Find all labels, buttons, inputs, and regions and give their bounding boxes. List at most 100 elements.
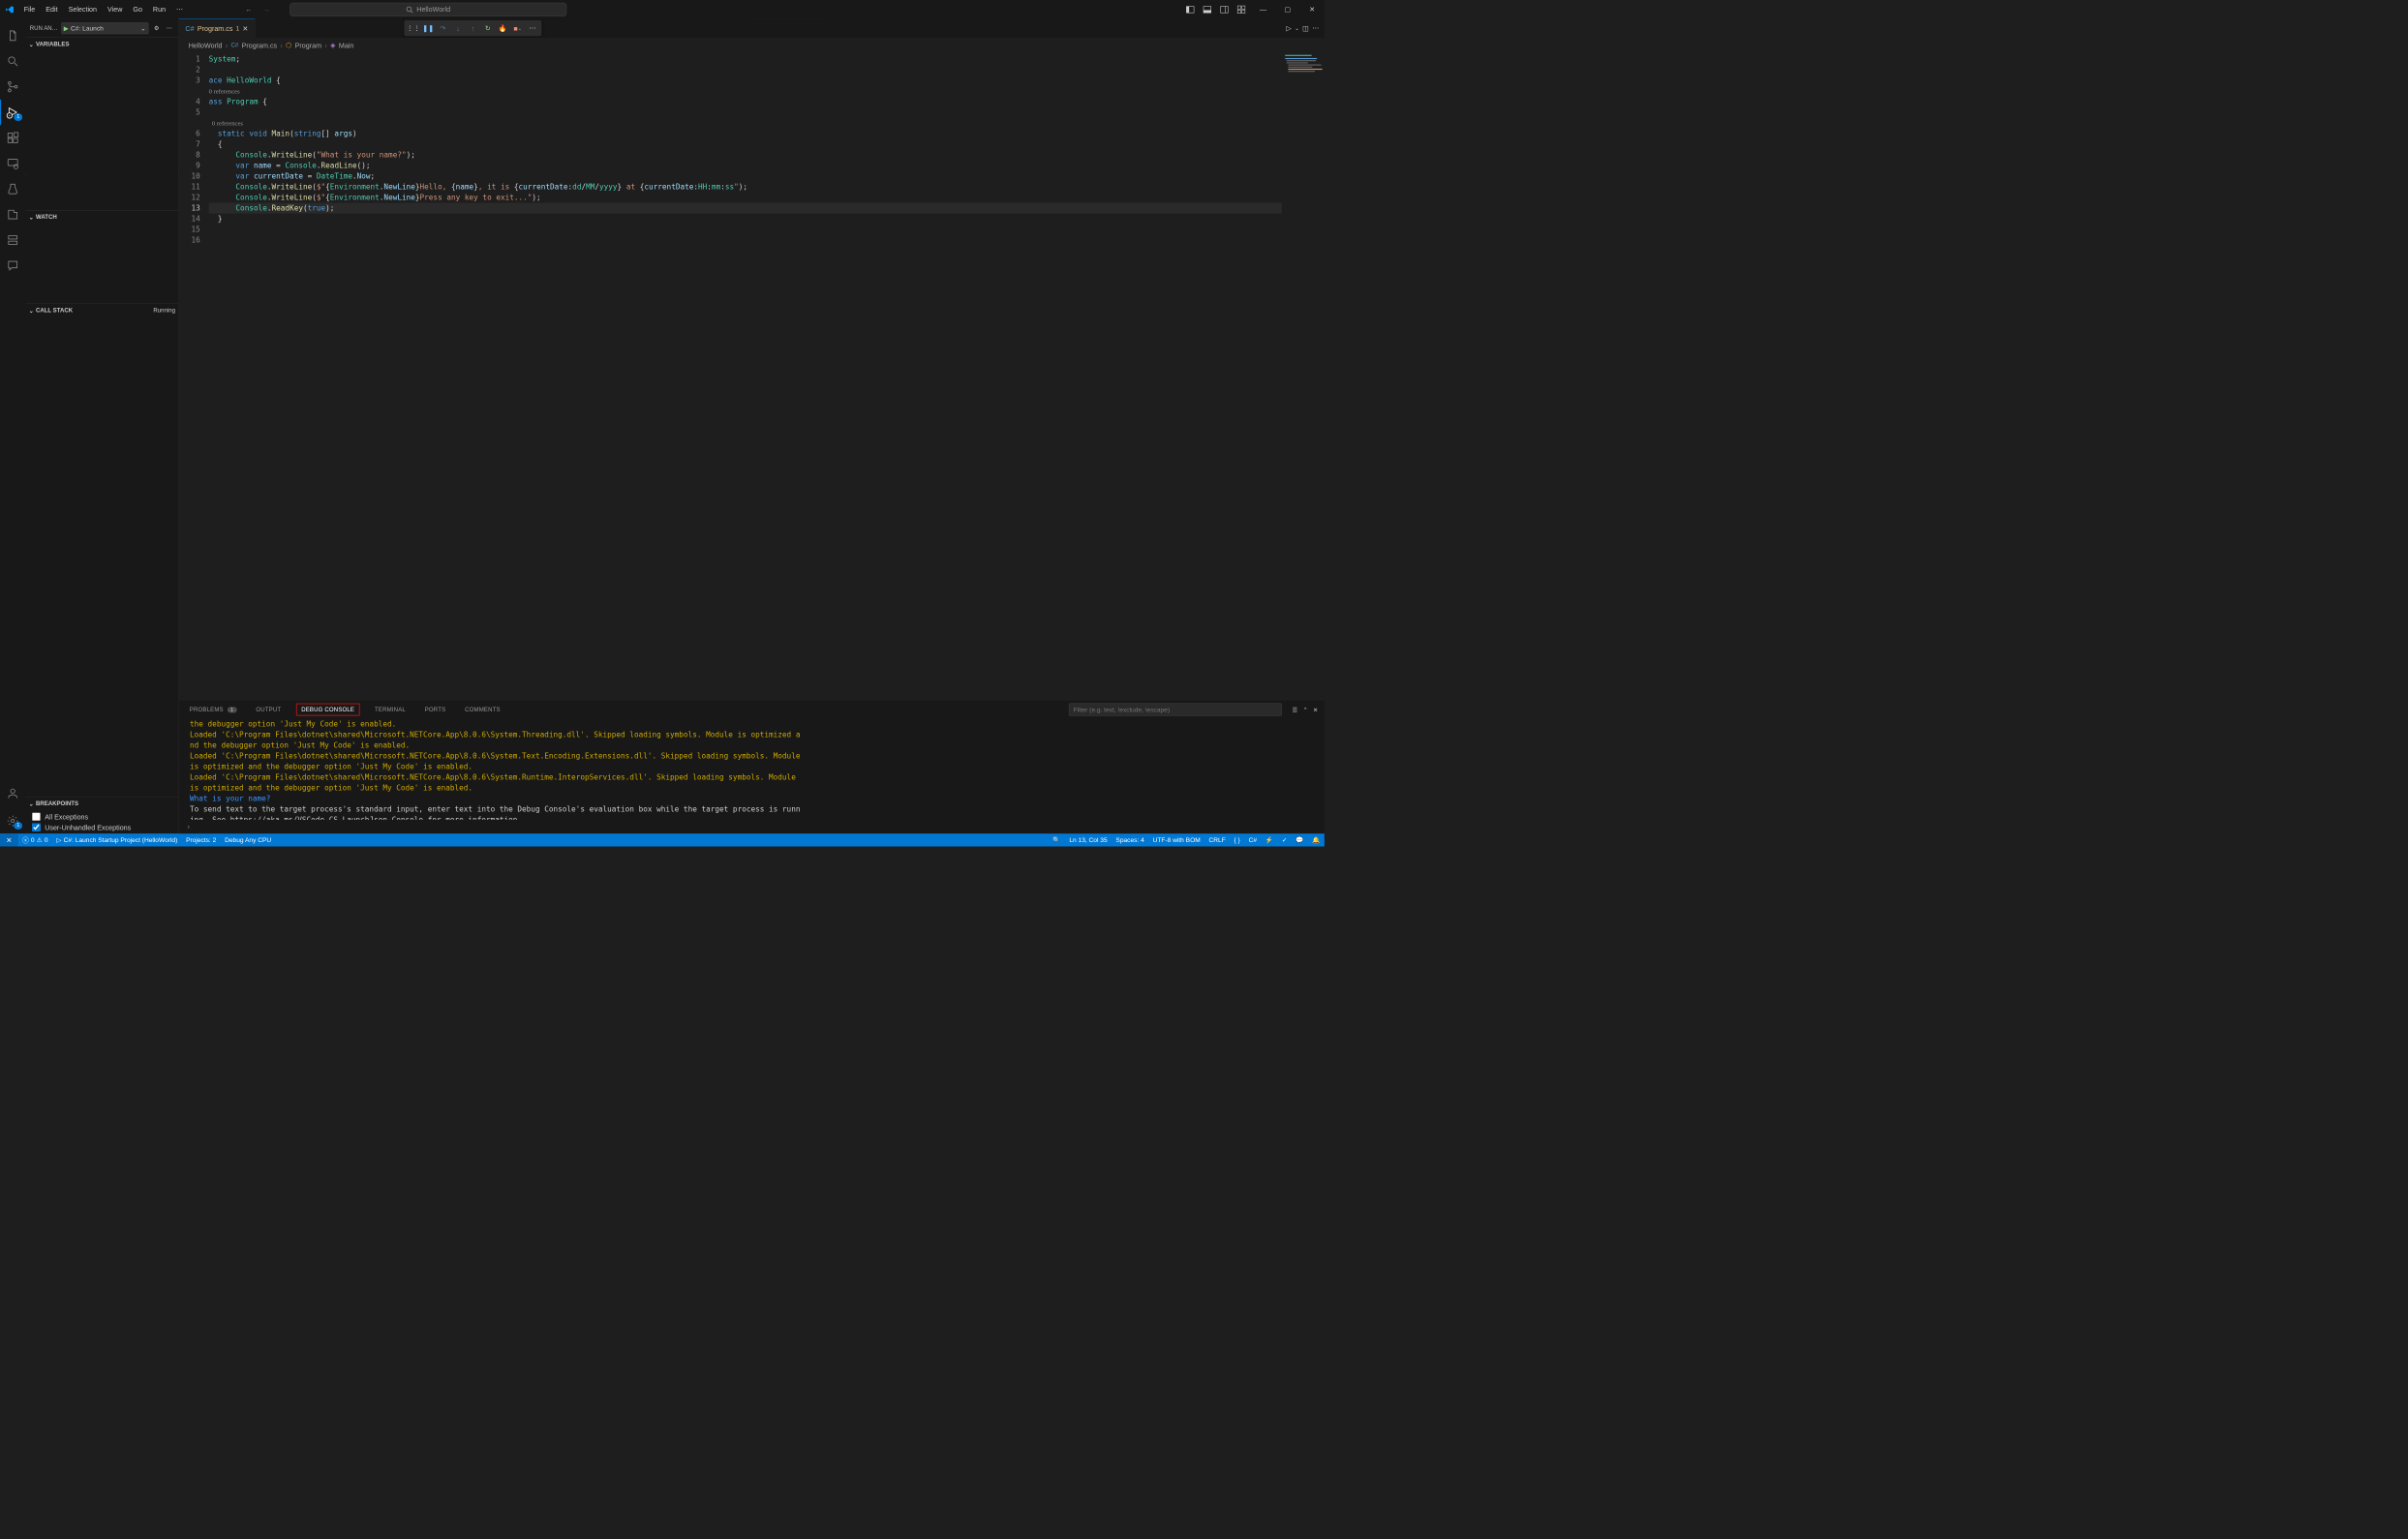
- menu-more-icon[interactable]: ⋯: [171, 2, 189, 16]
- nav-back-icon[interactable]: ←: [242, 2, 256, 15]
- tab-debug-console[interactable]: DEBUG CONSOLE: [296, 704, 360, 716]
- restart-icon[interactable]: ↻: [481, 21, 495, 35]
- hot-reload-icon[interactable]: 🔥: [496, 21, 509, 35]
- status-projects-count[interactable]: Projects: 2: [182, 833, 221, 846]
- console-input[interactable]: ›: [179, 820, 1325, 833]
- stop-icon[interactable]: ■⌄: [511, 21, 525, 35]
- breadcrumb-item[interactable]: Program.cs: [242, 42, 278, 49]
- references-icon[interactable]: [0, 201, 25, 226]
- tab-ports[interactable]: PORTS: [420, 705, 449, 715]
- minimap[interactable]: [1282, 52, 1325, 699]
- run-debug-icon[interactable]: 1: [0, 100, 25, 125]
- drag-handle-icon[interactable]: ⋮⋮: [407, 21, 420, 35]
- breakpoints-header[interactable]: ⌄ BREAKPOINTS: [25, 798, 178, 810]
- status-errors[interactable]: ⓧ0 ⚠0: [18, 833, 52, 846]
- debug-toolbar[interactable]: ⋮⋮ ❚❚ ↷ ↓ ↑ ↻ 🔥 ■⌄ ⋯: [405, 20, 542, 37]
- breadcrumb-item[interactable]: HelloWorld: [189, 42, 223, 49]
- tab-label: PROBLEMS: [190, 707, 224, 713]
- extensions-icon[interactable]: [0, 125, 25, 150]
- callstack-header[interactable]: ⌄ CALL STACK Running: [25, 304, 178, 317]
- gear-icon[interactable]: ⚙: [152, 24, 162, 31]
- clear-console-icon[interactable]: ☰: [1293, 707, 1297, 713]
- testing-icon[interactable]: [0, 176, 25, 201]
- accounts-icon[interactable]: [0, 780, 25, 805]
- breakpoint-user-exceptions[interactable]: User-Unhandled Exceptions: [32, 822, 172, 832]
- more-icon[interactable]: ⋯: [165, 24, 174, 31]
- tab-close-icon[interactable]: ✕: [242, 24, 248, 33]
- menu-selection[interactable]: Selection: [63, 2, 102, 16]
- menu-file[interactable]: File: [18, 2, 41, 16]
- menu-view[interactable]: View: [103, 2, 128, 16]
- nav-forward-icon[interactable]: →: [259, 2, 273, 15]
- maximize-icon[interactable]: ▢: [1275, 0, 1299, 18]
- command-center[interactable]: HelloWorld: [290, 2, 566, 15]
- debug-console-output[interactable]: the debugger option 'Just My Code' is en…: [179, 719, 1325, 820]
- start-debug-icon[interactable]: ▶: [64, 24, 69, 32]
- status-chat-icon[interactable]: 💬: [1292, 836, 1308, 844]
- source-control-icon[interactable]: [0, 74, 25, 99]
- status-bell-icon[interactable]: 🔔: [1308, 836, 1325, 844]
- tab-terminal[interactable]: TERMINAL: [371, 705, 411, 715]
- close-icon[interactable]: ✕: [1300, 0, 1325, 18]
- status-encoding[interactable]: UTF-8 with BOM: [1148, 836, 1204, 844]
- step-out-icon[interactable]: ↑: [466, 21, 479, 35]
- toggle-panel-right-icon[interactable]: [1217, 2, 1232, 16]
- editor-actions: ▷ ⌄ ◫ ⋯: [1286, 18, 1324, 38]
- step-over-icon[interactable]: ↷: [437, 21, 450, 35]
- warning-icon: ⚠: [37, 836, 43, 844]
- chevron-right-icon: ›: [226, 42, 228, 49]
- breadcrumb-item[interactable]: Program: [295, 42, 321, 49]
- breadcrumb-item[interactable]: Main: [339, 42, 354, 49]
- debug-more-icon[interactable]: ⋯: [526, 21, 539, 35]
- minimize-icon[interactable]: —: [1251, 0, 1275, 18]
- remote-indicator[interactable]: [0, 833, 18, 846]
- launch-config-select[interactable]: ▶ C#: Launch ⌄: [61, 22, 148, 34]
- status-prettier-icon[interactable]: ✓: [1277, 836, 1291, 844]
- toggle-panel-bottom-icon[interactable]: [1200, 2, 1214, 16]
- status-cursor[interactable]: Ln 13, Col 35: [1065, 836, 1112, 844]
- console-filter-input[interactable]: [1069, 704, 1282, 716]
- split-editor-icon[interactable]: ◫: [1302, 24, 1309, 33]
- code-content[interactable]: System;ace HelloWorld {0 referencesass P…: [209, 52, 1282, 699]
- collapse-icon[interactable]: ⌃: [1303, 707, 1308, 713]
- variables-header[interactable]: ⌄ VARIABLES: [25, 38, 178, 50]
- breakpoint-all-exceptions[interactable]: All Exceptions: [32, 811, 172, 822]
- step-into-icon[interactable]: ↓: [451, 21, 465, 35]
- status-eol[interactable]: CRLF: [1204, 836, 1230, 844]
- customize-layout-icon[interactable]: [1234, 2, 1248, 16]
- status-config[interactable]: Debug Any CPU: [221, 833, 276, 846]
- chevron-down-icon[interactable]: ⌄: [1295, 25, 1299, 31]
- pause-icon[interactable]: ❚❚: [421, 21, 435, 35]
- tab-comments[interactable]: COMMENTS: [461, 705, 504, 715]
- tab-problems[interactable]: PROBLEMS 1: [185, 705, 241, 715]
- run-debug-header: RUN AN… ▶ C#: Launch ⌄ ⚙ ⋯: [25, 18, 178, 37]
- chat-icon[interactable]: [0, 253, 25, 278]
- close-panel-icon[interactable]: ✕: [1313, 707, 1318, 713]
- remote-explorer-icon[interactable]: [0, 151, 25, 176]
- tab-program-cs[interactable]: C# Program.cs 1 ✕: [179, 18, 256, 38]
- status-spaces[interactable]: Spaces: 4: [1112, 836, 1148, 844]
- status-brackets[interactable]: { }: [1230, 836, 1244, 844]
- explorer-icon[interactable]: [0, 23, 25, 48]
- more-actions-icon[interactable]: ⋯: [1312, 24, 1319, 33]
- checkbox[interactable]: [32, 823, 41, 831]
- code-editor[interactable]: 12345678910111213141516 System;ace Hello…: [179, 52, 1325, 699]
- server-icon[interactable]: [0, 227, 25, 253]
- status-project[interactable]: ▷ C#: Launch Startup Project (HelloWorld…: [52, 833, 182, 846]
- status-copilot-icon[interactable]: ⚡: [1261, 836, 1277, 844]
- status-zoom[interactable]: 🔍: [1049, 836, 1065, 844]
- menu-go[interactable]: Go: [128, 2, 148, 16]
- variables-section: ⌄ VARIABLES: [25, 38, 178, 211]
- checkbox[interactable]: [32, 812, 41, 821]
- tab-output[interactable]: OUTPUT: [252, 705, 286, 715]
- toggle-panel-left-icon[interactable]: [1183, 2, 1198, 16]
- watch-header[interactable]: ⌄ WATCH: [25, 211, 178, 224]
- settings-icon[interactable]: 1: [0, 808, 25, 833]
- menu-edit[interactable]: Edit: [41, 2, 63, 16]
- menu-run[interactable]: Run: [147, 2, 170, 16]
- run-icon[interactable]: ▷: [1286, 24, 1292, 33]
- breadcrumb[interactable]: HelloWorld › C# Program.cs › ⬡ Program ›…: [179, 38, 1325, 52]
- error-icon: ⓧ: [22, 835, 29, 844]
- search-icon[interactable]: [0, 48, 25, 74]
- status-language[interactable]: C#: [1244, 836, 1261, 844]
